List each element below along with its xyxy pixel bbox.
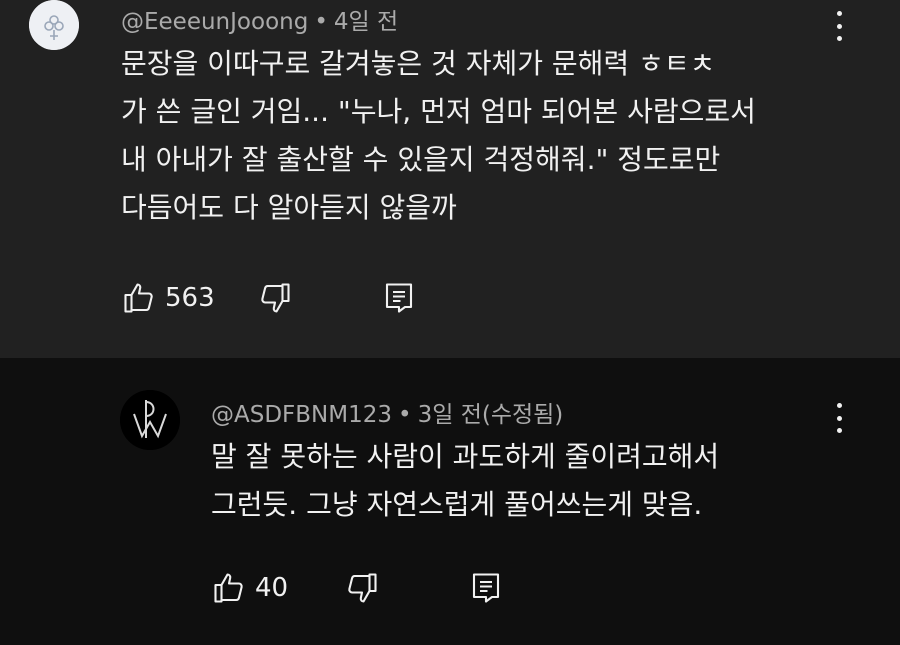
comment-line: 내 아내가 잘 출산할 수 있을지 걱정해줘." 정도로만 [121, 143, 721, 176]
reply-text: 말 잘 못하는 사람이 과도하게 줄이려고해서 그런듯. 그냥 자연스럽게 풀어… [211, 433, 719, 529]
thumbs-up-icon [124, 283, 153, 313]
thumbs-down-icon [348, 573, 377, 603]
like-count: 40 [255, 573, 289, 603]
reply-line: 그런듯. 그냥 자연스럽게 풀어쓰는게 맞음. [211, 488, 703, 521]
more-vert-icon[interactable] [829, 400, 849, 436]
reply-icon [473, 573, 500, 603]
reply-icon [385, 283, 412, 313]
username[interactable]: @ASDFBNM123 [211, 402, 392, 428]
comment-line: 다듬어도 다 알아듣지 않을까 [121, 191, 457, 224]
avatar[interactable] [120, 390, 180, 450]
timestamp[interactable]: 4일 전 [334, 9, 398, 35]
avatar-logo [120, 390, 180, 450]
comment-line: 가 쓴 글인 거임... "누나, 먼저 엄마 되어본 사람으로서 [121, 95, 756, 128]
like-button[interactable]: 40 [211, 570, 288, 606]
comment-text: 문장을 이따구로 갈겨놓은 것 자체가 문해력 ㅎㅌㅊ 가 쓴 글인 거임...… [121, 40, 756, 232]
dislike-button[interactable] [257, 280, 293, 316]
dislike-button[interactable] [344, 570, 380, 606]
thumbs-down-icon [260, 283, 290, 313]
reply-comment: @ASDFBNM123 • 3일 전(수정됨) 말 잘 못하는 사람이 과도하게 줄… [0, 358, 900, 645]
reply-button[interactable] [468, 570, 504, 606]
timestamp[interactable]: 3일 전(수정됨) [418, 402, 564, 428]
more-vert-icon[interactable] [829, 8, 849, 44]
comment-meta: @ASDFBNM123 • 3일 전(수정됨) [211, 395, 563, 429]
thumbs-up-icon [214, 573, 243, 603]
meta-separator: • [314, 9, 328, 35]
reply-line: 말 잘 못하는 사람이 과도하게 줄이려고해서 [211, 440, 720, 473]
top-comment: @EeeeunJooong • 4일 전 문장을 이따구로 갈겨놓은 것 자체가 문… [0, 0, 900, 358]
reply-button[interactable] [381, 280, 417, 316]
like-count: 563 [165, 283, 215, 313]
comment-actions: 563 [121, 280, 417, 316]
meta-separator: • [398, 402, 412, 428]
username[interactable]: @EeeeunJooong [121, 9, 308, 35]
like-button[interactable]: 563 [121, 280, 215, 316]
avatar[interactable] [29, 0, 79, 50]
avatar-image [29, 0, 79, 50]
comment-line: 문장을 이따구로 갈겨놓은 것 자체가 문해력 ㅎㅌㅊ [121, 47, 716, 80]
reply-actions: 40 [211, 570, 504, 606]
comment-meta: @EeeeunJooong • 4일 전 [121, 2, 398, 36]
